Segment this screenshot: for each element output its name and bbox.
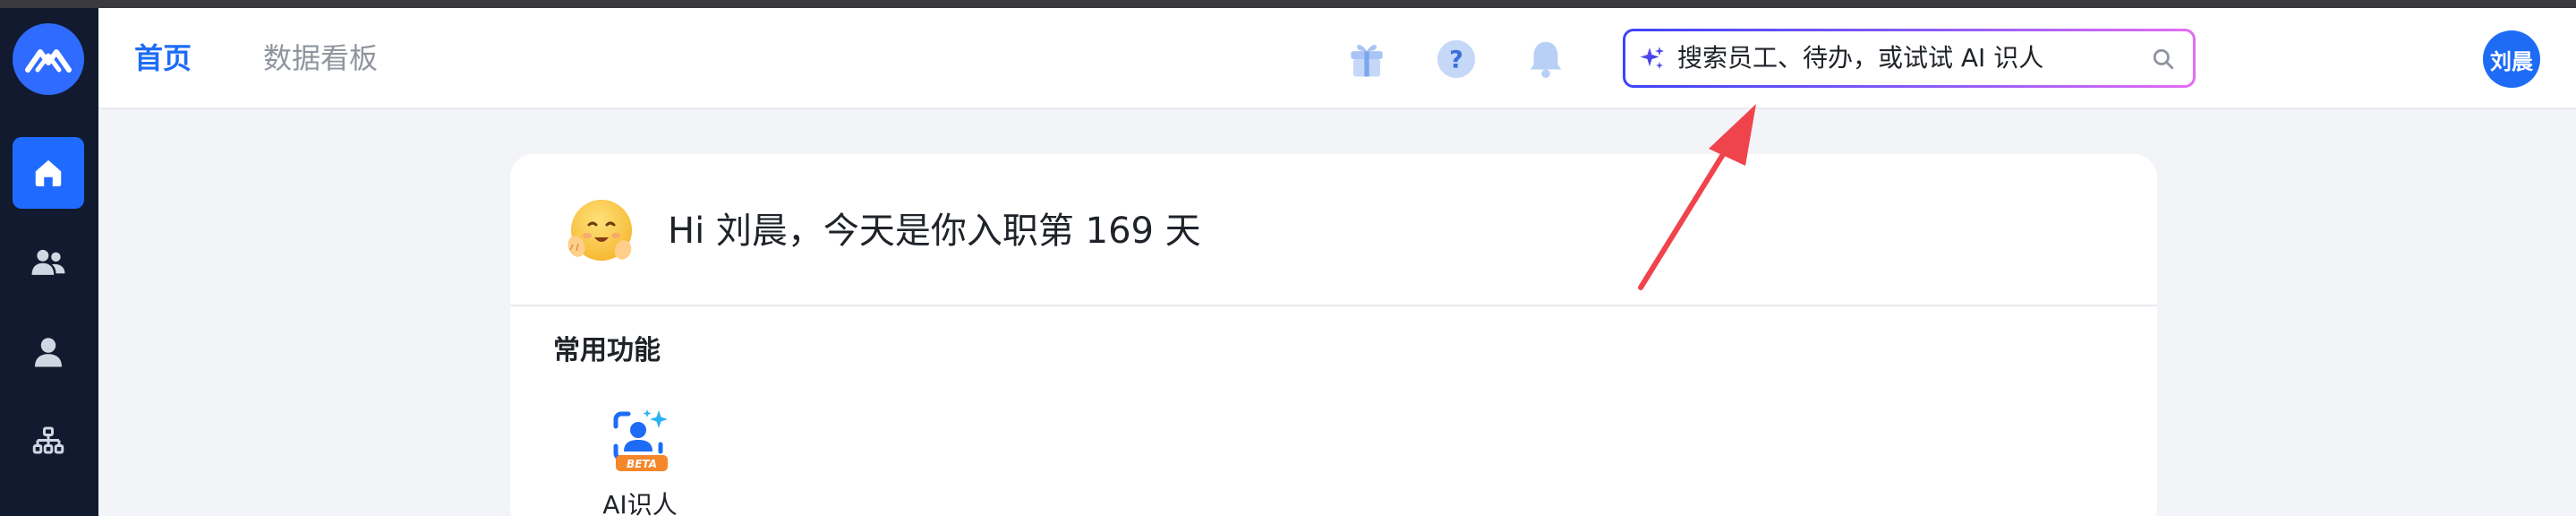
sidebar-item-user[interactable] bbox=[13, 316, 84, 388]
search-box[interactable]: 搜索员工、待办，或试试 AI 识人 bbox=[1623, 29, 2196, 88]
hugging-face-emoji-icon bbox=[567, 200, 632, 261]
welcome-card: Hi 刘晨，今天是你入职第 169 天 常用功能 BETA AI识人 bbox=[510, 154, 2157, 516]
greeting-text: Hi 刘晨，今天是你入职第 169 天 bbox=[668, 211, 1201, 252]
sidebar-item-org[interactable] bbox=[13, 406, 84, 477]
user-icon bbox=[35, 338, 62, 367]
search-input[interactable]: 搜索员工、待办，或试试 AI 识人 bbox=[1677, 42, 2043, 74]
bell-icon bbox=[1530, 41, 1562, 78]
window-top-strip bbox=[0, 0, 2576, 8]
home-icon bbox=[35, 159, 62, 187]
function-ai-talent[interactable]: BETA AI识人 bbox=[591, 407, 689, 516]
logo-mountain-icon bbox=[25, 49, 72, 73]
team-icon bbox=[31, 249, 65, 275]
help-icon: ? bbox=[1437, 39, 1476, 79]
tab-dashboard[interactable]: 数据看板 bbox=[263, 40, 378, 76]
sidebar-item-team[interactable] bbox=[13, 227, 84, 298]
sidebar bbox=[0, 8, 98, 516]
function-label: AI识人 bbox=[602, 490, 678, 516]
gift-button[interactable] bbox=[1343, 35, 1391, 83]
notification-button[interactable] bbox=[1522, 35, 1570, 83]
avatar[interactable]: 刘晨 bbox=[2483, 30, 2540, 88]
gift-icon bbox=[1351, 44, 1383, 77]
section-title-common-functions: 常用功能 bbox=[553, 335, 661, 366]
sparkle-icon bbox=[1640, 47, 1664, 69]
greeting-row: Hi 刘晨，今天是你入职第 169 天 bbox=[510, 154, 2157, 306]
help-button[interactable]: ? bbox=[1432, 35, 1480, 83]
org-chart-icon bbox=[32, 426, 64, 454]
beta-badge: BETA bbox=[627, 458, 657, 470]
sidebar-item-home[interactable] bbox=[13, 137, 84, 209]
svg-text:?: ? bbox=[1449, 47, 1463, 74]
search-icon[interactable] bbox=[2152, 47, 2175, 71]
ai-talent-icon: BETA bbox=[613, 409, 668, 471]
top-header: 首页 数据看板 搜索员工、待办，或试试 AI 识人 ? 刘晨 bbox=[98, 8, 2576, 109]
tab-home[interactable]: 首页 bbox=[134, 40, 192, 76]
app-logo[interactable] bbox=[13, 23, 84, 95]
